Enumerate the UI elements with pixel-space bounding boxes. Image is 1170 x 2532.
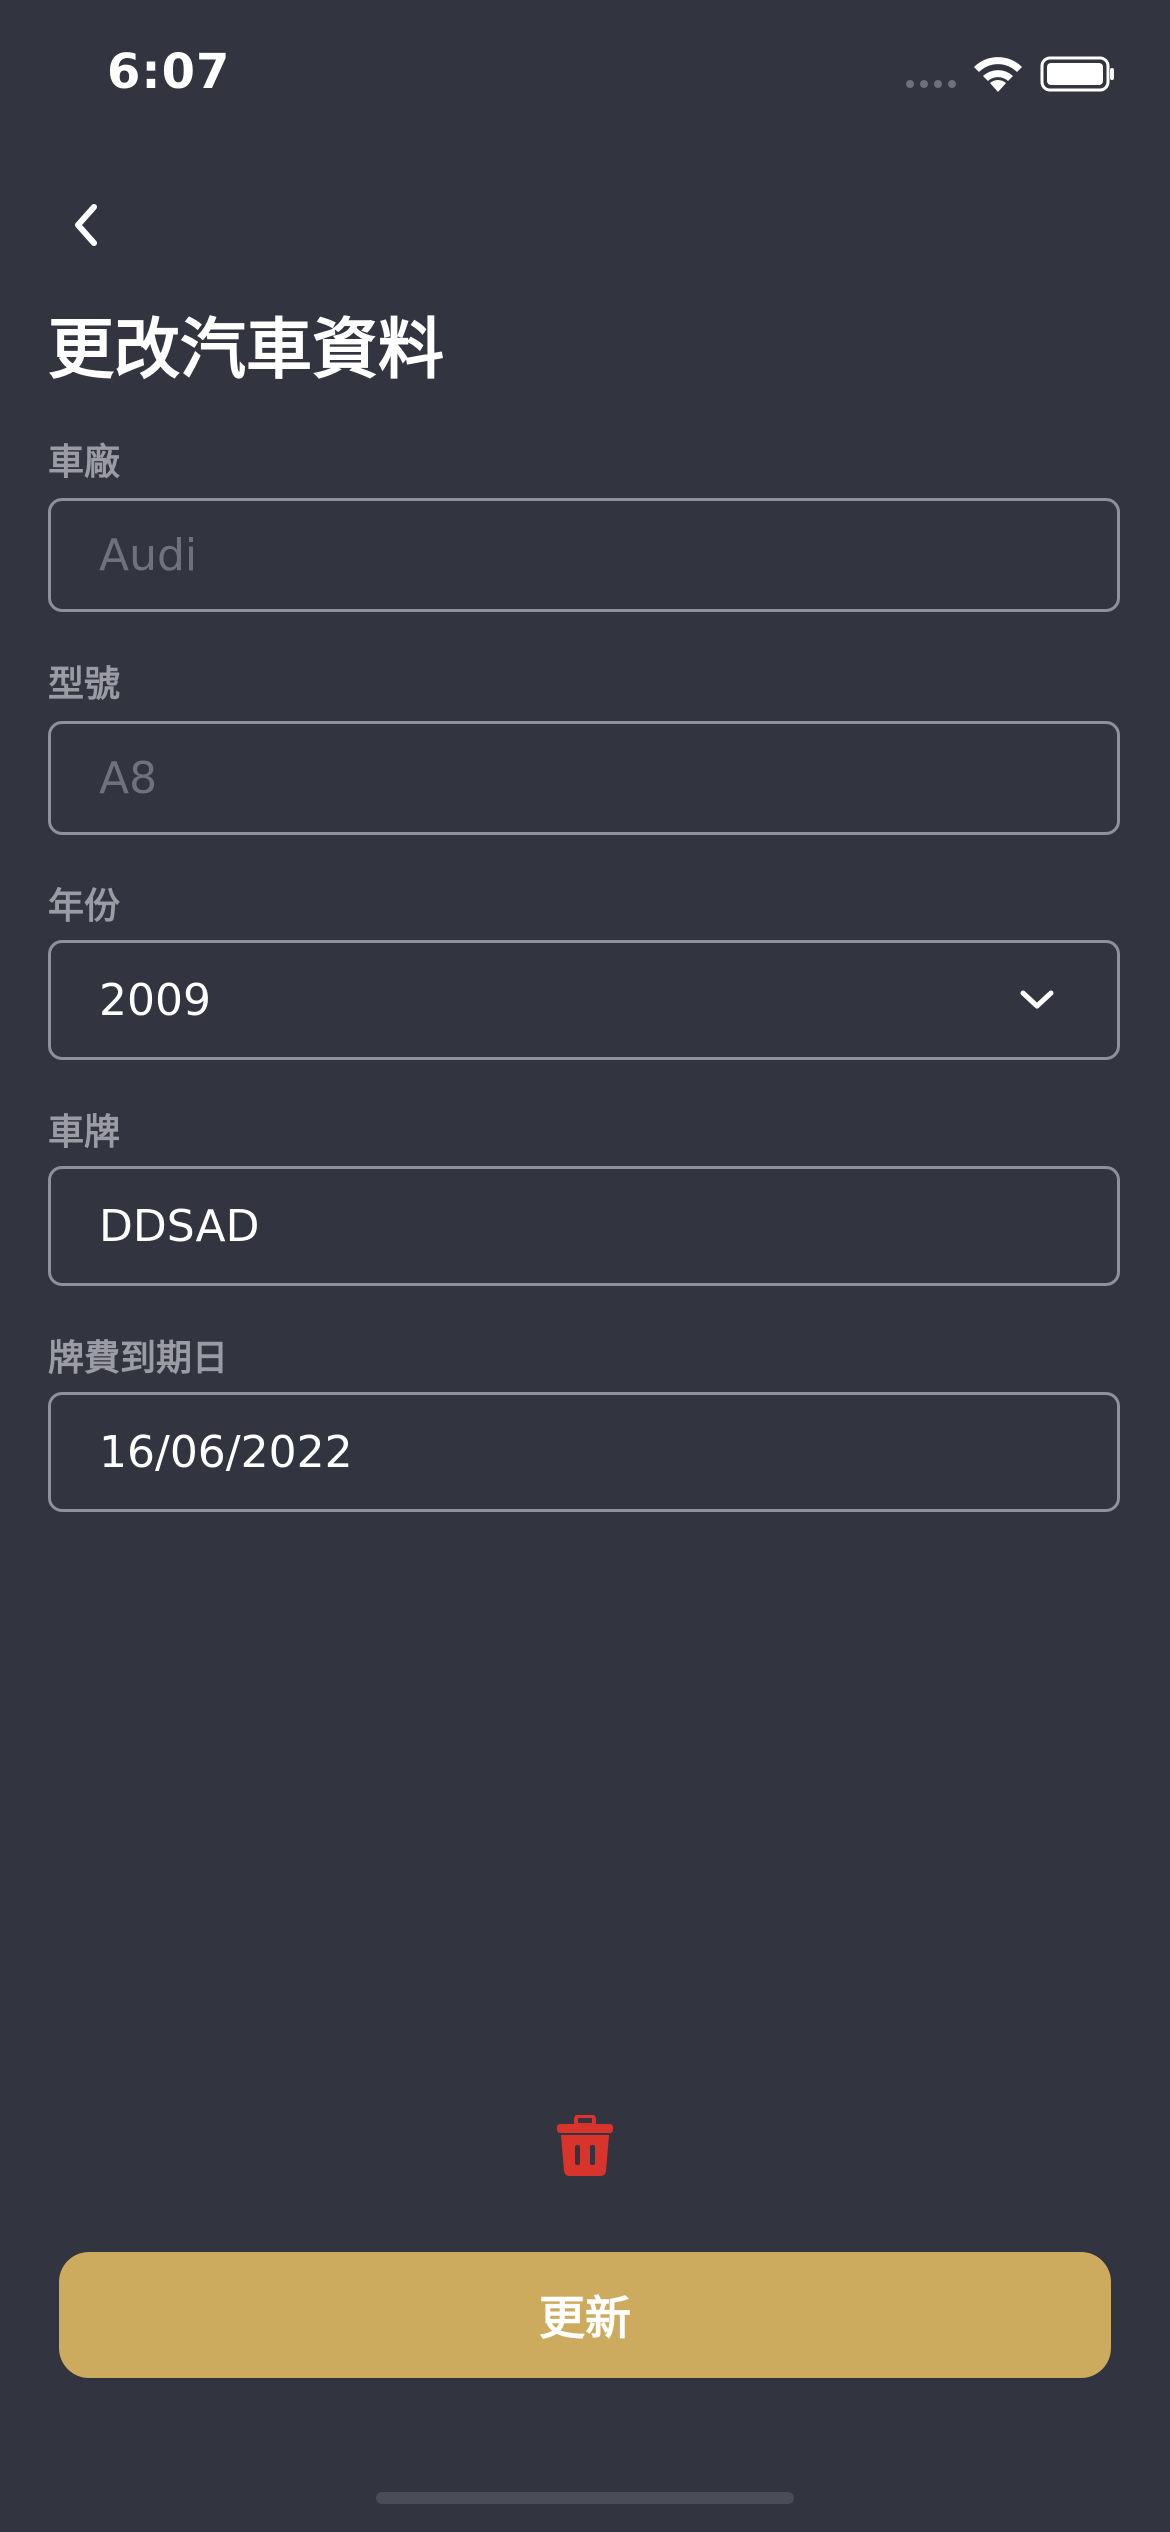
- year-label: 年份: [48, 886, 121, 927]
- home-indicator[interactable]: [376, 2492, 794, 2504]
- back-button[interactable]: [50, 190, 120, 260]
- model-label: 型號: [48, 664, 121, 705]
- delete-button[interactable]: [550, 2108, 620, 2184]
- trash-icon: [557, 2115, 613, 2176]
- year-select[interactable]: 2009: [48, 940, 1120, 1060]
- license-expiry-input[interactable]: 16/06/2022: [48, 1392, 1120, 1512]
- page-title: 更改汽車資料: [48, 311, 444, 388]
- year-value: 2009: [99, 974, 211, 1026]
- model-input[interactable]: A8: [48, 721, 1120, 835]
- plate-value: DDSAD: [99, 1200, 260, 1252]
- battery-icon: [1040, 56, 1114, 92]
- plate-label: 車牌: [48, 1112, 121, 1153]
- make-placeholder: Audi: [99, 529, 198, 581]
- status-time: 6:07: [107, 44, 231, 100]
- license-expiry-label: 牌費到期日: [48, 1338, 229, 1379]
- license-expiry-value: 16/06/2022: [99, 1426, 353, 1478]
- plate-input[interactable]: DDSAD: [48, 1166, 1120, 1286]
- cellular-signal-icon: [906, 80, 956, 88]
- wifi-icon: [974, 57, 1022, 92]
- make-label: 車廠: [48, 442, 121, 483]
- model-placeholder: A8: [99, 752, 158, 804]
- update-button[interactable]: 更新: [59, 2252, 1111, 2378]
- chevron-down-icon: [1020, 990, 1054, 1009]
- chevron-left-icon: [75, 204, 97, 246]
- update-button-label: 更新: [539, 2291, 631, 2345]
- status-bar: 6:07: [0, 0, 1170, 150]
- make-input[interactable]: Audi: [48, 498, 1120, 612]
